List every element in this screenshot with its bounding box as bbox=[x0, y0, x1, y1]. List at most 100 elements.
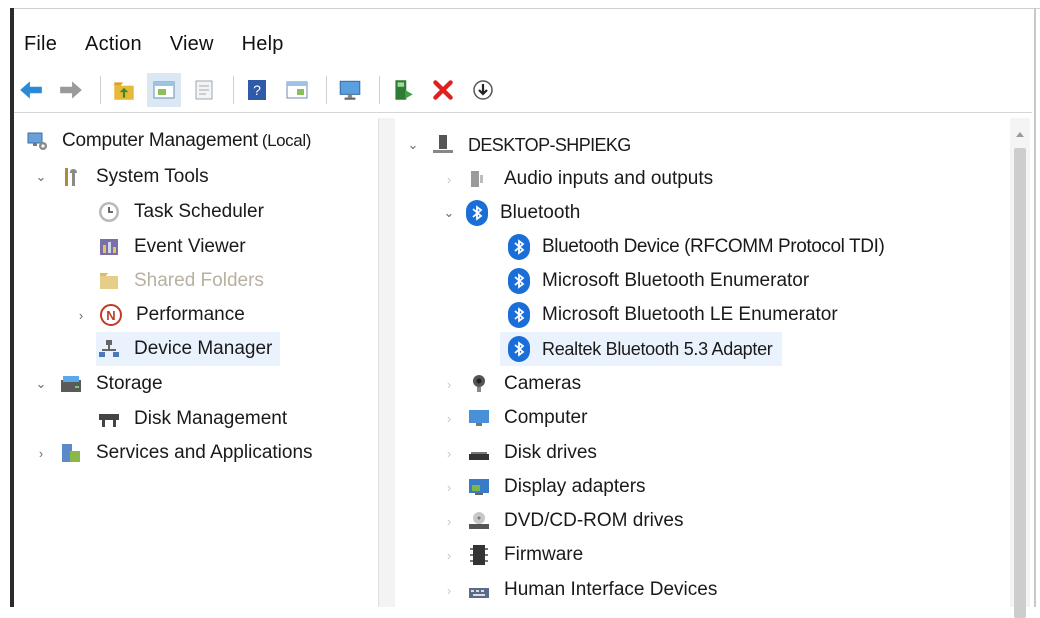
forward-arrow-icon[interactable] bbox=[54, 73, 88, 107]
tree-label: Performance bbox=[136, 304, 245, 325]
audio-icon bbox=[466, 166, 492, 192]
device-label: Microsoft Bluetooth LE Enumerator bbox=[542, 304, 838, 325]
expand-chevron-icon[interactable]: › bbox=[442, 514, 456, 529]
back-arrow-icon[interactable] bbox=[14, 73, 48, 107]
bluetooth-device-item-selected[interactable]: Realtek Bluetooth 5.3 Adapter bbox=[500, 332, 783, 366]
expand-chevron-icon[interactable]: › bbox=[442, 411, 456, 426]
tree-item-shared-folders[interactable]: Shared Folders bbox=[96, 264, 264, 298]
tree-item-system-tools[interactable]: ⌄ System Tools bbox=[34, 160, 209, 194]
device-pane-scrollbar[interactable] bbox=[1010, 118, 1030, 618]
computer-name: DESKTOP-SHPIEKG bbox=[468, 134, 631, 155]
device-category-hid[interactable]: › Human Interface Devices bbox=[442, 573, 718, 607]
menu-action[interactable]: Action bbox=[75, 29, 152, 60]
uninstall-icon[interactable] bbox=[426, 73, 460, 107]
expand-chevron-icon[interactable]: › bbox=[442, 172, 456, 187]
scrollbar-thumb[interactable] bbox=[1014, 148, 1026, 618]
device-category-computer[interactable]: › Computer bbox=[442, 401, 588, 435]
expand-chevron-icon[interactable]: › bbox=[442, 446, 456, 461]
expand-chevron-icon[interactable]: › bbox=[442, 548, 456, 563]
camera-icon bbox=[466, 371, 492, 397]
properties-icon[interactable] bbox=[187, 73, 221, 107]
tree-label: Task Scheduler bbox=[134, 201, 264, 222]
device-root[interactable]: ⌄ DESKTOP-SHPIEKG bbox=[406, 128, 632, 162]
collapse-chevron-icon[interactable]: ⌄ bbox=[34, 169, 48, 184]
export-list-icon[interactable] bbox=[280, 73, 314, 107]
menu-view[interactable]: View bbox=[160, 29, 224, 60]
device-label: DVD/CD-ROM drives bbox=[504, 510, 684, 531]
device-label: Computer bbox=[504, 407, 588, 428]
window-right-edge bbox=[1034, 8, 1036, 607]
device-category-firmware[interactable]: › Firmware bbox=[442, 538, 583, 572]
svg-text:N: N bbox=[106, 308, 115, 323]
toolbar-separator bbox=[379, 76, 380, 104]
firmware-chip-icon bbox=[466, 542, 492, 568]
bluetooth-icon bbox=[466, 200, 488, 226]
bluetooth-device-item[interactable]: Microsoft Bluetooth Enumerator bbox=[508, 264, 809, 298]
device-category-display-adapters[interactable]: › Display adapters bbox=[442, 470, 646, 504]
bluetooth-icon bbox=[508, 268, 530, 294]
device-category-bluetooth[interactable]: ⌄ Bluetooth bbox=[442, 196, 580, 230]
hid-keyboard-icon bbox=[466, 577, 492, 603]
device-label: Firmware bbox=[504, 544, 584, 565]
menu-help[interactable]: Help bbox=[232, 29, 294, 60]
tree-item-computer-management[interactable]: Computer Management (Local) bbox=[24, 124, 311, 158]
scroll-up-icon[interactable] bbox=[1016, 132, 1024, 137]
bluetooth-icon bbox=[508, 302, 530, 328]
tree-item-services-and-applications[interactable]: › Services and Applications bbox=[34, 436, 313, 470]
update-driver-icon[interactable] bbox=[466, 73, 500, 107]
device-label: Human Interface Devices bbox=[504, 579, 718, 600]
tree-item-task-scheduler[interactable]: Task Scheduler bbox=[96, 195, 264, 229]
device-category-cameras[interactable]: › Cameras bbox=[442, 367, 581, 401]
device-label: Microsoft Bluetooth Enumerator bbox=[542, 270, 810, 291]
display-adapter-icon bbox=[466, 474, 492, 500]
services-icon bbox=[58, 440, 84, 466]
expand-chevron-icon[interactable]: › bbox=[442, 480, 456, 495]
tree-label: Computer Management bbox=[62, 130, 258, 151]
help-icon[interactable]: ? bbox=[240, 73, 274, 107]
tree-item-event-viewer[interactable]: Event Viewer bbox=[96, 230, 246, 264]
show-hide-tree-icon[interactable] bbox=[147, 73, 181, 107]
enable-device-icon[interactable] bbox=[386, 73, 420, 107]
clock-icon bbox=[96, 199, 122, 225]
tree-label: Event Viewer bbox=[134, 236, 246, 257]
tree-item-storage[interactable]: ⌄ Storage bbox=[34, 367, 163, 401]
device-label: Disk drives bbox=[504, 442, 597, 463]
tree-label: Shared Folders bbox=[134, 270, 264, 291]
tree-label: System Tools bbox=[96, 166, 209, 187]
expand-chevron-icon[interactable]: › bbox=[74, 308, 88, 323]
collapse-chevron-icon[interactable]: ⌄ bbox=[442, 205, 456, 220]
storage-icon bbox=[58, 371, 84, 397]
bluetooth-device-item[interactable]: Bluetooth Device (RFCOMM Protocol TDI) bbox=[508, 230, 885, 264]
console-tree-pane: Computer Management (Local) ⌄ System Too… bbox=[14, 118, 387, 607]
toolbar-separator bbox=[326, 76, 327, 104]
expand-chevron-icon[interactable]: › bbox=[442, 377, 456, 392]
device-category-dvd-cd-rom[interactable]: › DVD/CD-ROM drives bbox=[442, 504, 684, 538]
up-folder-icon[interactable] bbox=[107, 73, 141, 107]
device-manager-icon bbox=[96, 336, 122, 362]
tree-label: Disk Management bbox=[134, 408, 288, 429]
collapse-chevron-icon[interactable]: ⌄ bbox=[406, 137, 420, 152]
tree-item-performance[interactable]: › N Performance bbox=[74, 298, 245, 332]
device-category-audio[interactable]: › Audio inputs and outputs bbox=[442, 162, 713, 196]
monitor-icon[interactable] bbox=[333, 73, 367, 107]
monitor-icon bbox=[466, 405, 492, 431]
device-label: Audio inputs and outputs bbox=[504, 168, 714, 189]
tree-item-disk-management[interactable]: Disk Management bbox=[96, 402, 287, 436]
left-pane-scrollbar[interactable] bbox=[378, 118, 395, 607]
menu-file[interactable]: File bbox=[14, 29, 67, 60]
device-label: Bluetooth Device (RFCOMM Protocol TDI) bbox=[542, 236, 885, 257]
disk-management-icon bbox=[96, 406, 122, 432]
expand-chevron-icon[interactable]: › bbox=[34, 446, 48, 461]
window-top-edge bbox=[10, 8, 1040, 9]
tree-item-device-manager[interactable]: Device Manager bbox=[96, 332, 281, 366]
collapse-chevron-icon[interactable]: ⌄ bbox=[34, 376, 48, 391]
disk-drive-icon bbox=[466, 440, 492, 466]
computer-tower-icon bbox=[430, 132, 456, 158]
device-category-disk-drives[interactable]: › Disk drives bbox=[442, 436, 597, 470]
performance-icon: N bbox=[98, 302, 124, 328]
event-viewer-icon bbox=[96, 234, 122, 260]
device-label: Realtek Bluetooth 5.3 Adapter bbox=[542, 338, 773, 359]
tree-label-suffix: (Local) bbox=[261, 131, 312, 150]
bluetooth-device-item[interactable]: Microsoft Bluetooth LE Enumerator bbox=[508, 298, 838, 332]
expand-chevron-icon[interactable]: › bbox=[442, 583, 456, 598]
